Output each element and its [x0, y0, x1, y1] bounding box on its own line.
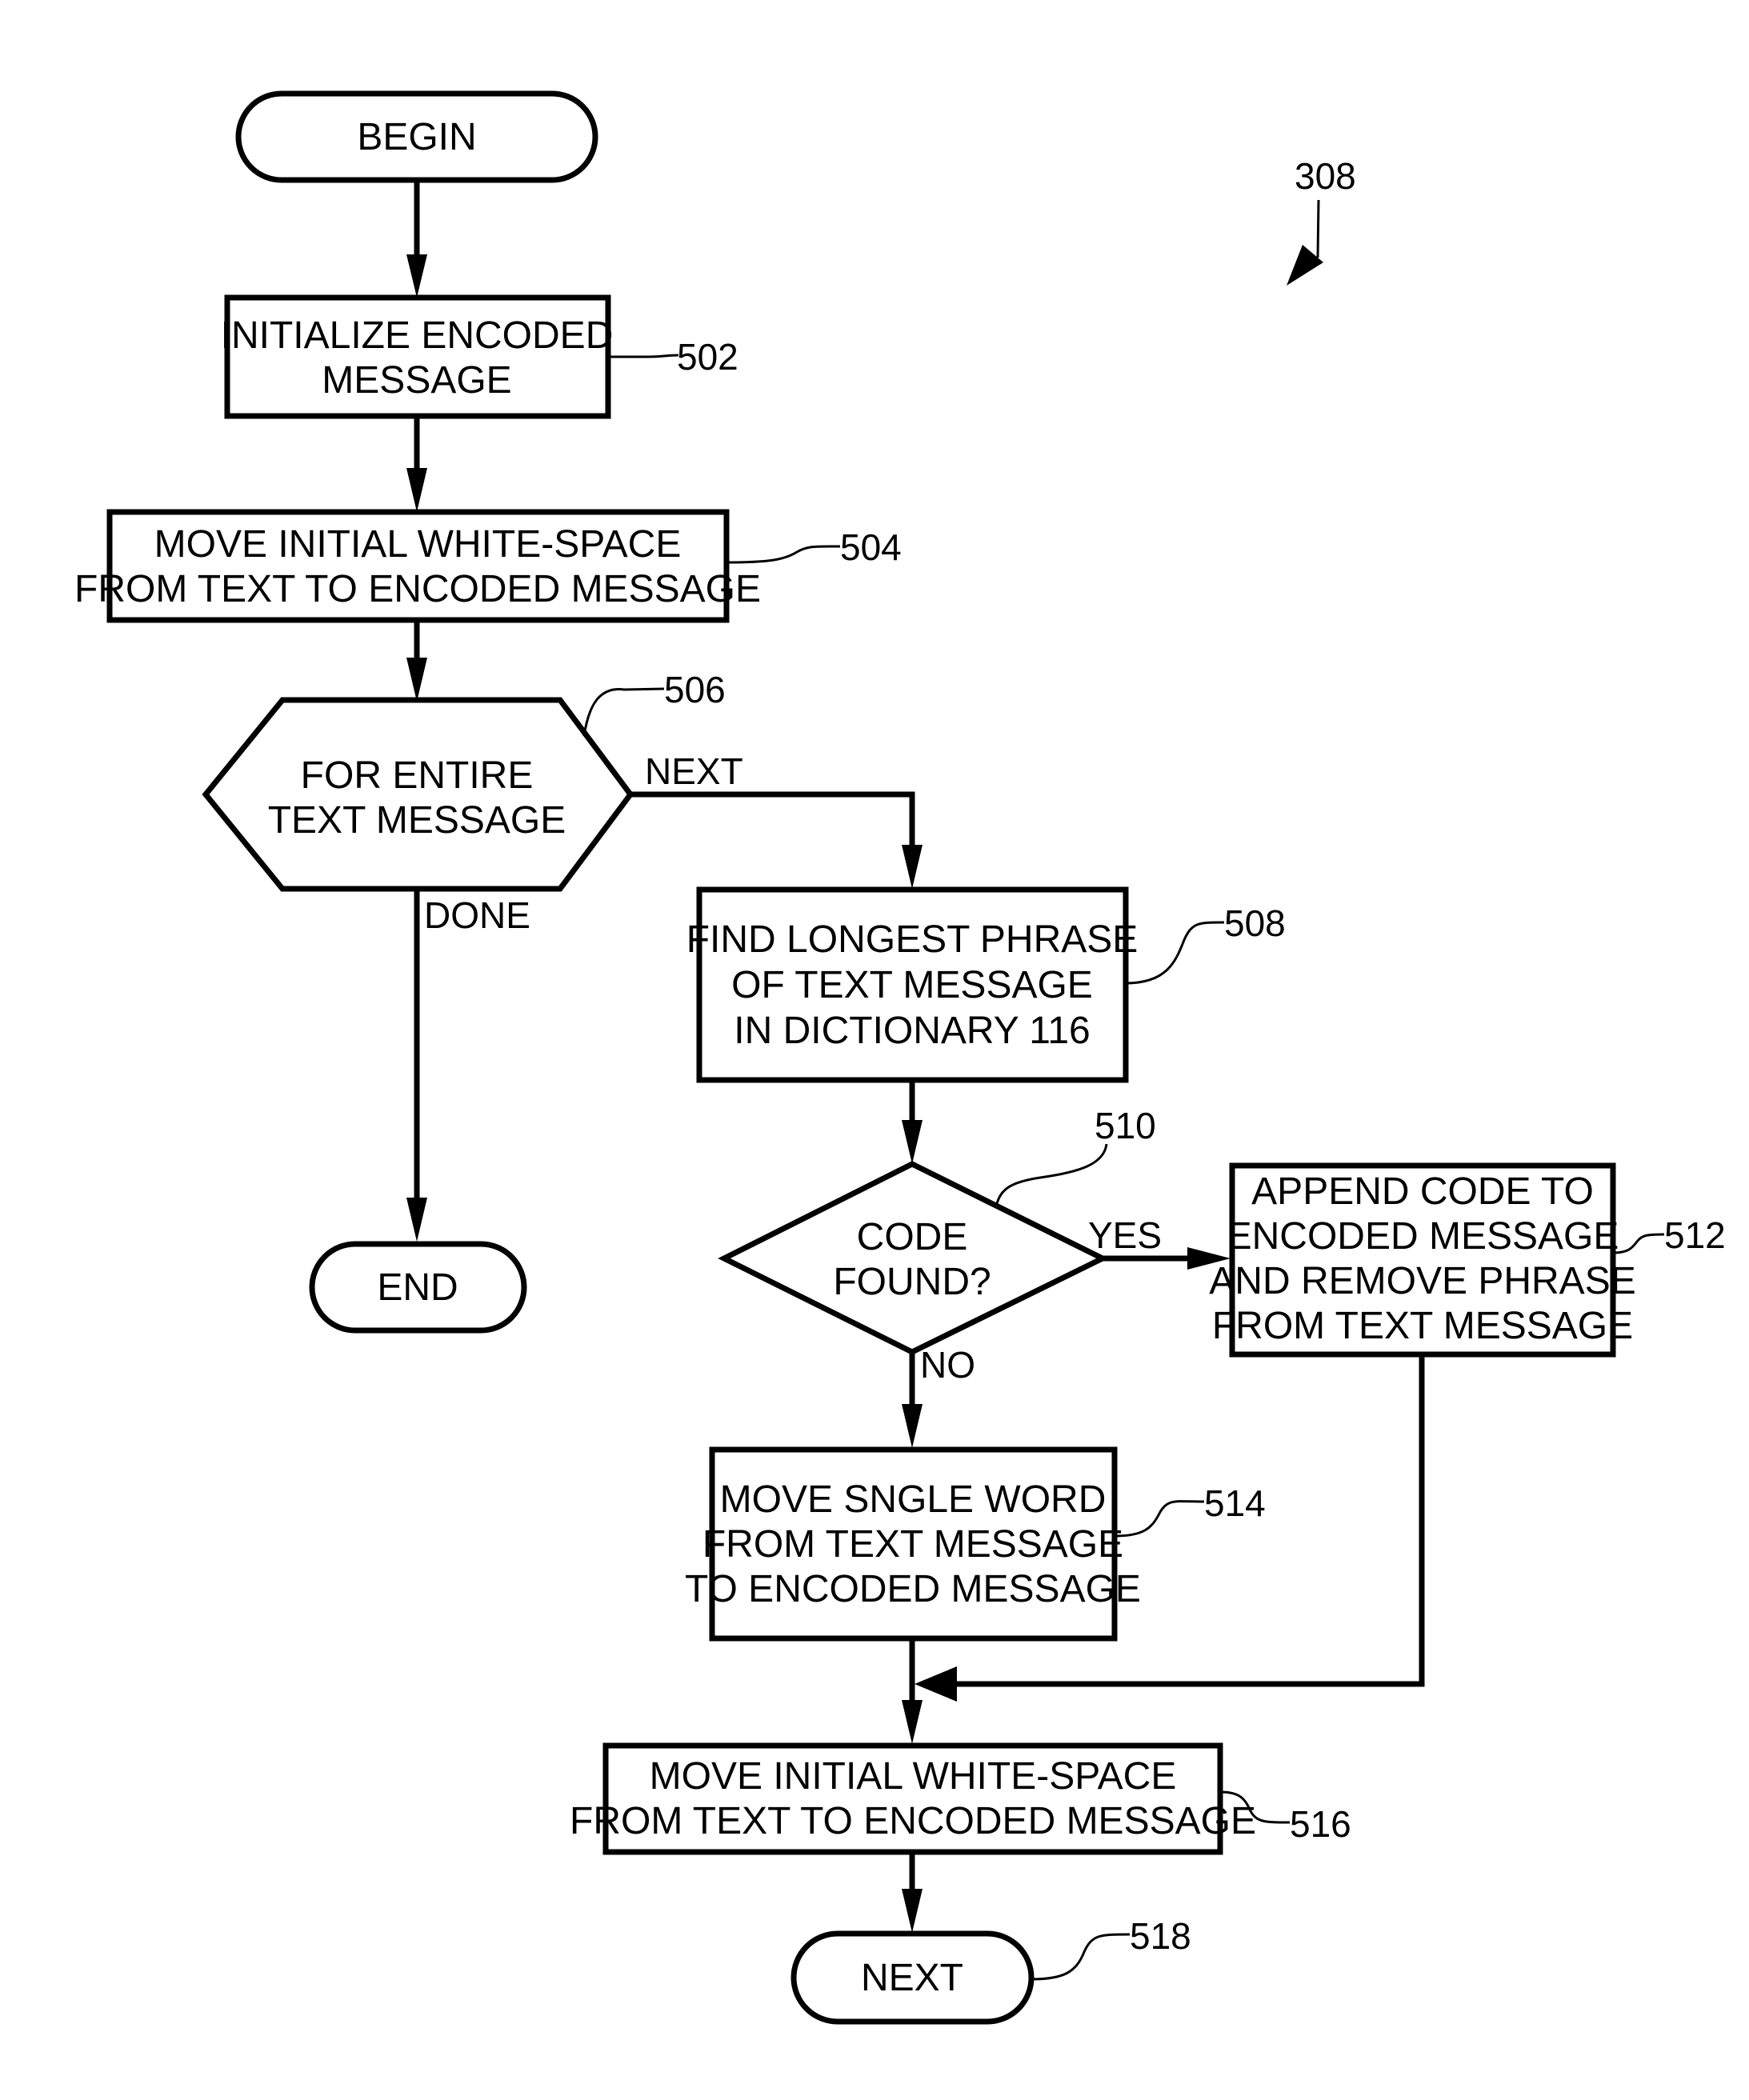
node-512-line-1: APPEND CODE TO — [1251, 1170, 1594, 1213]
arrowhead-icon — [902, 1404, 923, 1448]
node-506-line-1: FOR ENTIRE — [301, 754, 534, 797]
node-512-line-4: FROM TEXT MESSAGE — [1212, 1305, 1633, 1347]
node-begin: BEGIN — [235, 90, 598, 183]
figure-reference: 308 — [1287, 155, 1356, 286]
node-518-ref: 518 — [1130, 1915, 1191, 1957]
node-502-initialize: INITIALIZE ENCODED MESSAGE 502 — [221, 294, 738, 419]
node-516-line-1: MOVE INITIAL WHITE-SPACE — [650, 1755, 1177, 1798]
arrowhead-icon — [902, 1120, 923, 1164]
node-504-leader — [726, 545, 841, 564]
arrowhead-icon — [902, 845, 923, 889]
node-510-line-2: FOUND? — [833, 1261, 991, 1303]
arrowhead-icon — [902, 1700, 923, 1744]
edge-508-to-510 — [902, 1080, 923, 1164]
node-512-leader — [1612, 1233, 1665, 1254]
arrowhead-icon — [902, 1889, 923, 1933]
edge-begin-to-502 — [406, 180, 427, 298]
node-504-line-1: MOVE INITIAL WHITE-SPACE — [154, 523, 682, 566]
arrowhead-icon — [406, 468, 427, 512]
node-508-find-phrase: FIND LONGEST PHRASE OF TEXT MESSAGE IN D… — [686, 886, 1286, 1083]
node-512-append-code: APPEND CODE TO ENCODED MESSAGE AND REMOV… — [1209, 1162, 1726, 1358]
node-506-line-2: TEXT MESSAGE — [268, 799, 566, 842]
figure-ref-label: 308 — [1295, 155, 1356, 197]
node-510-ref: 510 — [1095, 1105, 1156, 1146]
node-508-leader — [1125, 921, 1225, 985]
end-label: END — [377, 1266, 458, 1309]
node-512-line-2: ENCODED MESSAGE — [1227, 1215, 1619, 1258]
node-518-next: NEXT 518 — [790, 1915, 1191, 2025]
node-510-leader — [995, 1143, 1108, 1207]
arrowhead-icon — [915, 1666, 957, 1702]
node-512-line-3: AND REMOVE PHRASE — [1209, 1260, 1635, 1302]
node-504-line-2: FROM TEXT TO ENCODED MESSAGE — [74, 568, 761, 610]
edge-506-to-end: DONE — [406, 890, 530, 1242]
node-516-move-whitespace: MOVE INITIAL WHITE-SPACE FROM TEXT TO EN… — [570, 1742, 1351, 1855]
edge-label-no: NO — [920, 1344, 975, 1386]
arrowhead-icon — [406, 254, 427, 298]
node-502-line-1: INITIALIZE ENCODED — [221, 314, 614, 357]
figure-ref-arrow-shaft — [1316, 199, 1320, 258]
edge-514-to-516 — [902, 1638, 923, 1744]
arrowhead-icon — [406, 1198, 427, 1242]
node-508-line-1: FIND LONGEST PHRASE — [686, 918, 1139, 961]
edge-502-to-504 — [406, 416, 427, 512]
node-508-line-3: IN DICTIONARY 116 — [734, 1010, 1090, 1052]
node-516-line-2: FROM TEXT TO ENCODED MESSAGE — [570, 1800, 1256, 1842]
edge-516-to-518 — [902, 1852, 923, 1933]
begin-label: BEGIN — [357, 116, 476, 158]
arrowhead-icon — [406, 658, 427, 702]
node-514-line-1: MOVE SNGLE WORD — [720, 1478, 1107, 1521]
flowchart-figure: 308 NEXT DONE YES NO BEGIN INITIALIZE EN… — [74, 90, 1726, 2025]
edge-510-to-514: NO — [902, 1344, 975, 1448]
node-502-leader — [608, 354, 679, 358]
edge-504-to-506 — [406, 620, 427, 702]
node-510-line-1: CODE — [857, 1216, 968, 1258]
node-514-leader — [1114, 1500, 1205, 1538]
edge-506-to-508: NEXT — [630, 750, 923, 889]
node-506-leader — [582, 687, 665, 737]
node-514-ref: 514 — [1204, 1482, 1266, 1524]
edge-label-yes: YES — [1088, 1214, 1162, 1256]
node-504-move-whitespace: MOVE INITIAL WHITE-SPACE FROM TEXT TO EN… — [74, 509, 902, 623]
node-518-leader — [1031, 1933, 1131, 1981]
node-518-label: NEXT — [861, 1957, 963, 1999]
node-514-line-2: FROM TEXT MESSAGE — [702, 1523, 1123, 1566]
node-514-move-word: MOVE SNGLE WORD FROM TEXT MESSAGE TO ENC… — [685, 1446, 1266, 1642]
node-514-line-3: TO ENCODED MESSAGE — [685, 1568, 1141, 1610]
node-502-ref: 502 — [677, 336, 738, 378]
node-508-line-2: OF TEXT MESSAGE — [731, 964, 1093, 1006]
node-508-ref: 508 — [1224, 902, 1286, 944]
node-504-ref: 504 — [840, 526, 902, 568]
edge-label-next: NEXT — [645, 750, 743, 792]
node-502-line-2: MESSAGE — [322, 359, 511, 402]
edge-label-done: DONE — [424, 894, 530, 936]
node-512-ref: 512 — [1664, 1214, 1726, 1256]
node-506-ref: 506 — [664, 669, 726, 710]
node-end: END — [309, 1241, 527, 1334]
node-516-ref: 516 — [1290, 1803, 1351, 1845]
